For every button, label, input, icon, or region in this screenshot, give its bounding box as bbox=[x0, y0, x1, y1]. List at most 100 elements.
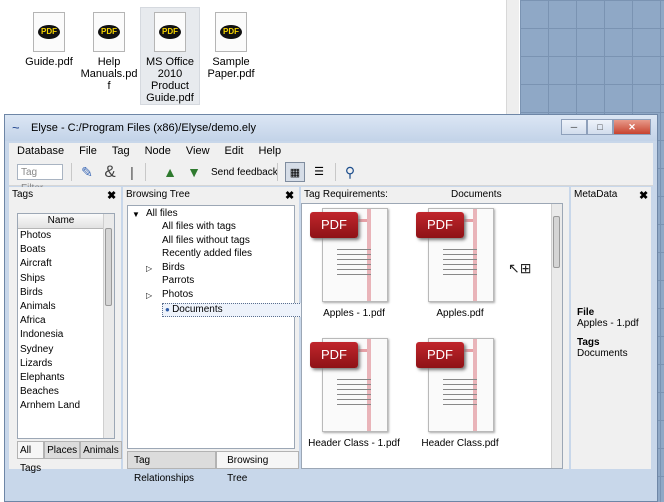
list-view-icon[interactable]: ☰ bbox=[309, 162, 329, 182]
document-item[interactable]: PDF Apples.pdf bbox=[414, 208, 506, 326]
pdf-badge: PDF bbox=[38, 25, 60, 39]
file-label-line: Guide.pdf bbox=[146, 92, 194, 104]
menu-tag[interactable]: Tag bbox=[104, 143, 137, 159]
file-guide[interactable]: PDF Guide.pdf bbox=[20, 8, 78, 68]
tag-list-item[interactable]: Animals bbox=[18, 300, 104, 314]
close-icon[interactable]: ✖ bbox=[107, 189, 116, 202]
tab-animals[interactable]: Animals bbox=[80, 441, 122, 459]
file-label-line: Help bbox=[97, 56, 121, 68]
menu-help[interactable]: Help bbox=[251, 143, 289, 159]
tags-panel: Tags ✖ Name Photos Boats Aircraft Ships Bird… bbox=[9, 187, 122, 474]
text-cursor-icon[interactable]: | bbox=[125, 162, 139, 182]
close-icon[interactable]: ✖ bbox=[285, 189, 294, 202]
file-label: Guide.pdf bbox=[25, 56, 73, 68]
tree-item[interactable]: ● Documents bbox=[162, 303, 302, 317]
tree-item[interactable]: All files bbox=[146, 208, 178, 220]
tree-expander-icon[interactable]: ▷ bbox=[146, 290, 152, 302]
tag-list-item[interactable]: Arnhem Land bbox=[18, 399, 104, 413]
tag-list-item[interactable]: Sydney bbox=[18, 343, 104, 357]
file-ms-office-guide[interactable]: PDF MS Office 2010 Product Guide.pdf bbox=[140, 7, 200, 105]
tag-list-item[interactable]: Ships bbox=[18, 272, 104, 286]
toolbar-separator bbox=[335, 163, 336, 181]
selected-node-icon: ● bbox=[165, 305, 173, 314]
file-label-line: 2010 bbox=[157, 68, 183, 80]
file-label-line: Sample bbox=[212, 56, 250, 68]
pdf-badge: PDF bbox=[159, 25, 181, 39]
file-label-line: MS Office bbox=[145, 56, 195, 68]
document-filename: Apples.pdf bbox=[436, 308, 484, 319]
menu-file[interactable]: File bbox=[71, 143, 104, 159]
send-feedback-button[interactable]: Send feedback bbox=[211, 167, 278, 178]
minimize-button[interactable]: ─ bbox=[561, 119, 587, 135]
tag-requirements-label: Tag Requirements: bbox=[304, 189, 388, 200]
maximize-icon: □ bbox=[597, 122, 603, 132]
close-button[interactable]: ✕ bbox=[613, 119, 651, 135]
tags-scrollbar[interactable] bbox=[103, 214, 114, 438]
documents-scrollbar[interactable] bbox=[551, 204, 562, 468]
file-help-manuals[interactable]: PDF Help Manuals.pd f bbox=[80, 8, 138, 92]
documents-view: PDF Apples - 1.pdf PDF Apples.pdf PDF He… bbox=[301, 203, 563, 469]
document-item[interactable]: PDF Apples - 1.pdf bbox=[308, 208, 400, 326]
tags-bottom-tabs: All Tags Places Animals bbox=[17, 441, 122, 474]
import-icon[interactable]: ▲ bbox=[161, 162, 179, 182]
tree-item-label: Birds bbox=[162, 262, 185, 273]
scroll-thumb[interactable] bbox=[105, 228, 112, 306]
export-icon[interactable]: ▼ bbox=[185, 162, 203, 182]
file-label-line: Paper.pdf bbox=[207, 68, 255, 80]
search-icon[interactable]: ⚲ bbox=[341, 162, 359, 182]
menu-view[interactable]: View bbox=[178, 143, 217, 159]
tree-item-label: All files bbox=[146, 208, 178, 219]
menu-edit[interactable]: Edit bbox=[217, 143, 251, 159]
explorer-file-area: PDF Guide.pdf PDF Help Manuals.pd f PDF … bbox=[0, 0, 519, 118]
tag-list-item[interactable]: Lizards bbox=[18, 357, 104, 371]
documents-panel: Tag Requirements: Documents PDF Apples -… bbox=[301, 187, 569, 469]
tab-browsing-tree[interactable]: Browsing Tree bbox=[216, 451, 299, 484]
tab-tag-relationships[interactable]: Tag Relationships bbox=[127, 451, 217, 484]
tab-all-tags[interactable]: All Tags bbox=[17, 441, 45, 474]
tree-item[interactable]: Photos bbox=[162, 289, 193, 301]
tag-list-item[interactable]: Beaches bbox=[18, 385, 104, 399]
toolbar-separator bbox=[145, 163, 146, 181]
scroll-thumb[interactable] bbox=[553, 216, 560, 268]
thumbnail-view-icon[interactable]: ▦ bbox=[285, 162, 305, 182]
maximize-button[interactable]: □ bbox=[587, 119, 613, 135]
toolbar: Tag Filter ✎ & | ▲ ▼ Send feedback ▦ ☰ ⚲ bbox=[9, 159, 653, 194]
tree-item[interactable]: All files with tags bbox=[162, 221, 236, 233]
document-item[interactable]: PDF Header Class.pdf bbox=[414, 338, 506, 456]
drag-copy-cursor-icon: ↖⊞ bbox=[508, 260, 532, 276]
title-bar[interactable]: ~ Elyse - C:/Program Files (x86)/Elyse/d… bbox=[5, 115, 657, 141]
tag-list-item[interactable]: Africa bbox=[18, 314, 104, 328]
menu-node[interactable]: Node bbox=[137, 143, 178, 159]
documents-title: Documents bbox=[451, 189, 502, 200]
tag-list-item[interactable]: Boats bbox=[18, 243, 104, 257]
menu-database[interactable]: Database bbox=[9, 143, 71, 159]
file-label-line: Manuals.pd bbox=[80, 68, 138, 80]
pdf-file-icon: PDF bbox=[93, 12, 125, 52]
tag-list-item[interactable]: Photos bbox=[18, 229, 104, 243]
tag-filter-input[interactable]: Tag Filter bbox=[17, 164, 63, 194]
add-tag-icon[interactable]: ✎ bbox=[77, 162, 97, 182]
name-column-header[interactable]: Name bbox=[18, 214, 104, 229]
tag-list-item[interactable]: Indonesia bbox=[18, 328, 104, 342]
tag-list-item[interactable]: Aircraft bbox=[18, 257, 104, 271]
tree-item[interactable]: Parrots bbox=[162, 275, 194, 287]
file-label-line: Product bbox=[151, 80, 189, 92]
document-item[interactable]: PDF Header Class - 1.pdf bbox=[308, 338, 400, 456]
ampersand-icon[interactable]: & bbox=[101, 162, 119, 182]
tab-places[interactable]: Places bbox=[44, 441, 81, 459]
pdf-file-icon: PDF bbox=[215, 12, 247, 52]
tree-item[interactable]: Recently added files bbox=[162, 248, 252, 260]
document-filename: Apples - 1.pdf bbox=[323, 308, 385, 319]
file-sample-paper[interactable]: PDF Sample Paper.pdf bbox=[202, 8, 260, 80]
tree-item[interactable]: Birds bbox=[162, 262, 185, 274]
tag-list-item[interactable]: Birds bbox=[18, 286, 104, 300]
pdf-icon: PDF bbox=[310, 342, 358, 368]
tree-expander-icon[interactable]: ▷ bbox=[146, 263, 152, 275]
tree-item[interactable]: All files without tags bbox=[162, 235, 250, 247]
explorer-scrollbar[interactable] bbox=[506, 0, 519, 118]
tree-expander-icon[interactable]: ▼ bbox=[132, 209, 140, 221]
pdf-file-icon: PDF bbox=[33, 12, 65, 52]
close-icon[interactable]: ✖ bbox=[639, 189, 648, 202]
elyse-window: ~ Elyse - C:/Program Files (x86)/Elyse/d… bbox=[4, 114, 658, 502]
tag-list-item[interactable]: Elephants bbox=[18, 371, 104, 385]
